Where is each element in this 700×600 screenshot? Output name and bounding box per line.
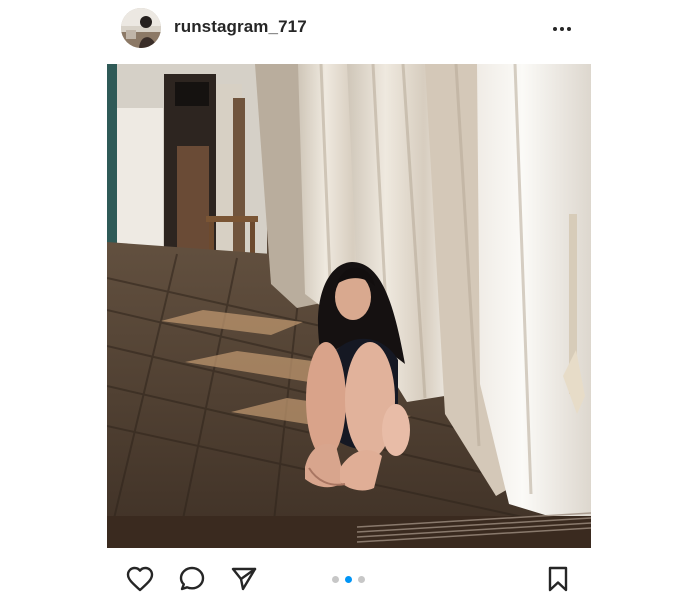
heart-icon xyxy=(126,566,154,592)
username[interactable]: runstagram_717 xyxy=(174,17,307,37)
comment-icon xyxy=(179,566,205,591)
carousel-indicator xyxy=(332,575,365,583)
share-button[interactable] xyxy=(229,564,259,594)
carousel-dot-active xyxy=(345,575,352,583)
like-button[interactable] xyxy=(125,564,155,594)
post-header: runstagram_717 xyxy=(0,0,700,60)
bookmark-icon xyxy=(548,566,568,592)
post-actions xyxy=(0,556,700,600)
send-icon xyxy=(231,567,257,591)
more-horizontal-icon xyxy=(553,27,571,31)
carousel-dot xyxy=(358,575,365,583)
post-photo[interactable] xyxy=(107,64,591,548)
save-button[interactable] xyxy=(543,564,573,594)
photo-scene xyxy=(107,64,591,548)
comment-button[interactable] xyxy=(177,564,207,594)
more-options-button[interactable] xyxy=(550,17,574,41)
avatar[interactable] xyxy=(121,8,161,48)
carousel-dot xyxy=(332,575,339,583)
